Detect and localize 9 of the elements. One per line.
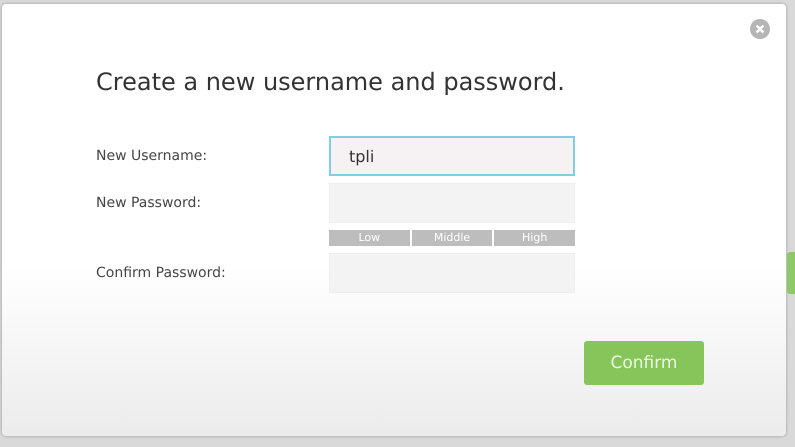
strength-segment: Low [329,230,410,246]
strength-segment: High [494,230,576,246]
field-label: New Password: [96,194,202,213]
strength-segment: Middle [412,230,492,246]
input-field[interactable]: tpli [329,136,575,176]
field-label: Confirm Password: [96,264,227,283]
dialog-title: Create a new username and password. [96,67,566,98]
close-icon[interactable] [750,19,770,39]
field-label: New Username: [96,147,208,166]
